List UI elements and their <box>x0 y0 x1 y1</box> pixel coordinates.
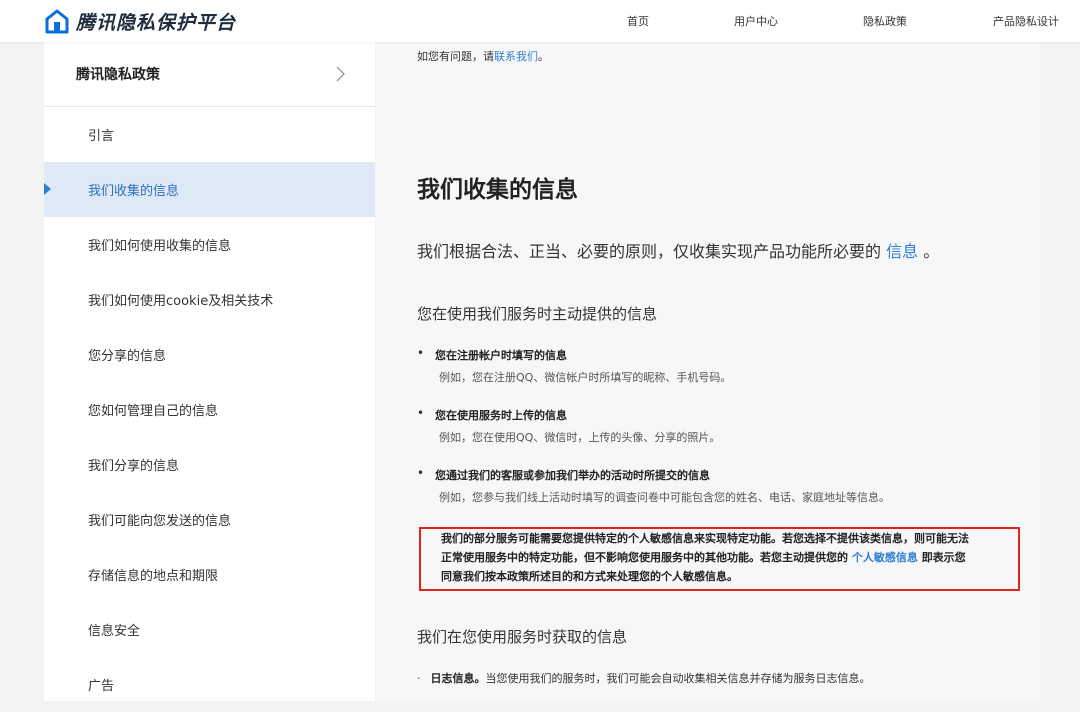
info-link[interactable]: 信息 <box>886 242 918 261</box>
notice-text: 正常使用服务中的特定功能，但不影响您使用服务中的其他功能。若您主动提供您的 <box>441 551 848 564</box>
sidebar-item-label: 我们可能向您发送的信息 <box>88 514 232 529</box>
notice-line-1: 我们的部分服务可能需要您提供特定的个人敏感信息来实现特定功能。若您选择不提供该类… <box>441 532 969 545</box>
nav-user-center[interactable]: 用户中心 <box>734 13 778 29</box>
sidebar-item-introduction[interactable]: 引言 <box>44 107 375 162</box>
bullet-icon: • <box>417 346 425 360</box>
notice-text: 即表示您 <box>921 551 966 564</box>
bullet-icon: • <box>417 406 425 420</box>
house-icon <box>45 9 69 34</box>
bullet-title: 您在使用服务时上传的信息 <box>435 409 567 422</box>
notice-line-2: 正常使用服务中的特定功能，但不影响您使用服务中的其他功能。若您主动提供您的 个人… <box>441 549 966 565</box>
sidebar-item-label: 我们收集的信息 <box>88 184 180 199</box>
log-text: 当您使用我们的服务时，我们可能会自动收集相关信息并存储为服务日志信息。 <box>485 672 871 685</box>
sidebar-item-label: 引言 <box>88 129 115 144</box>
sidebar-item-how-we-use-info[interactable]: 我们如何使用收集的信息 <box>44 217 375 272</box>
section-title: 我们收集的信息 <box>417 177 578 203</box>
sidebar-item-label: 我们分享的信息 <box>88 459 180 474</box>
log-title: 日志信息。 <box>430 672 486 685</box>
bullet-desc: 例如，您在注册QQ、微信帐户时所填写的昵称、手机号码。 <box>439 371 732 384</box>
sidebar-item-label: 您如何管理自己的信息 <box>88 404 219 419</box>
policy-content: 如您有问题，请联系我们。 我们收集的信息 我们根据合法、正当、必要的原则，仅收集… <box>376 42 1040 701</box>
sidebar-item-manage-your-info[interactable]: 您如何管理自己的信息 <box>44 382 375 437</box>
sidebar-title: 腾讯隐私政策 <box>76 67 160 83</box>
sidebar-item-security[interactable]: 信息安全 <box>44 602 375 657</box>
sidebar-item-label: 广告 <box>88 679 115 694</box>
sidebar-item-label: 信息安全 <box>88 624 141 639</box>
contact-prefix: 如您有问题，请 <box>417 50 494 63</box>
bullet-icon: · <box>417 672 421 685</box>
sidebar-item-info-we-send[interactable]: 我们可能向您发送的信息 <box>44 492 375 547</box>
sidebar-item-label: 您分享的信息 <box>88 349 167 364</box>
subsection-title-provided: 您在使用我们服务时主动提供的信息 <box>417 305 658 323</box>
lead-suffix: 。 <box>923 242 940 261</box>
nav-home[interactable]: 首页 <box>627 13 649 29</box>
logo-text: 腾讯隐私保护平台 <box>76 11 237 34</box>
contact-us-link[interactable]: 联系我们 <box>494 50 538 63</box>
top-navigation-bar: 腾讯隐私保护平台 首页 用户中心 隐私政策 产品隐私设计 <box>0 0 1080 42</box>
chevron-right-icon[interactable] <box>336 66 345 82</box>
lead-text: 我们根据合法、正当、必要的原则，仅收集实现产品功能所必要的 <box>417 242 882 261</box>
bullet-desc: 例如，您在使用QQ、微信时，上传的头像、分享的照片。 <box>439 431 721 444</box>
list-item: · 日志信息。当您使用我们的服务时，我们可能会自动收集相关信息并存储为服务日志信息… <box>417 670 871 686</box>
bullet-desc: 例如，您参与我们线上活动时填写的调查问卷中可能包含您的姓名、电话、家庭地址等信息… <box>439 491 890 504</box>
sensitive-info-notice: 我们的部分服务可能需要您提供特定的个人敏感信息来实现特定功能。若您选择不提供该类… <box>419 527 1020 591</box>
sidebar: 腾讯隐私政策 引言 我们收集的信息 我们如何使用收集的信息 我们如何使用cook… <box>44 42 375 701</box>
sidebar-item-info-we-share[interactable]: 我们分享的信息 <box>44 437 375 492</box>
sensitive-info-link[interactable]: 个人敏感信息 <box>852 551 918 564</box>
section-lead: 我们根据合法、正当、必要的原则，仅收集实现产品功能所必要的 信息 。 <box>417 238 939 262</box>
sidebar-item-label: 存储信息的地点和期限 <box>88 569 219 584</box>
subsection-title-obtained: 我们在您使用服务时获取的信息 <box>417 628 628 646</box>
contact-suffix: 。 <box>538 50 549 63</box>
sidebar-item-info-we-collect[interactable]: 我们收集的信息 <box>44 162 375 217</box>
active-indicator-icon <box>44 183 51 195</box>
sidebar-item-ads[interactable]: 广告 <box>44 657 375 712</box>
nav-privacy-policy[interactable]: 隐私政策 <box>863 13 907 29</box>
sidebar-item-label: 我们如何使用cookie及相关技术 <box>88 294 274 309</box>
sidebar-header[interactable]: 腾讯隐私政策 <box>44 42 375 107</box>
sidebar-item-cookies[interactable]: 我们如何使用cookie及相关技术 <box>44 272 375 327</box>
contact-line: 如您有问题，请联系我们。 <box>417 48 549 64</box>
bullet-title: 您通过我们的客服或参加我们举办的活动时所提交的信息 <box>435 469 710 482</box>
sidebar-item-info-you-share[interactable]: 您分享的信息 <box>44 327 375 382</box>
bullet-icon: • <box>417 466 425 480</box>
nav-product-privacy-design[interactable]: 产品隐私设计 <box>993 13 1059 29</box>
sidebar-item-label: 我们如何使用收集的信息 <box>88 239 232 254</box>
bullet-title: 您在注册帐户时填写的信息 <box>435 349 567 362</box>
site-logo[interactable]: 腾讯隐私保护平台 <box>44 7 236 35</box>
sidebar-item-storage[interactable]: 存储信息的地点和期限 <box>44 547 375 602</box>
notice-line-3: 同意我们按本政策所述目的和方式来处理您的个人敏感信息。 <box>441 570 738 583</box>
